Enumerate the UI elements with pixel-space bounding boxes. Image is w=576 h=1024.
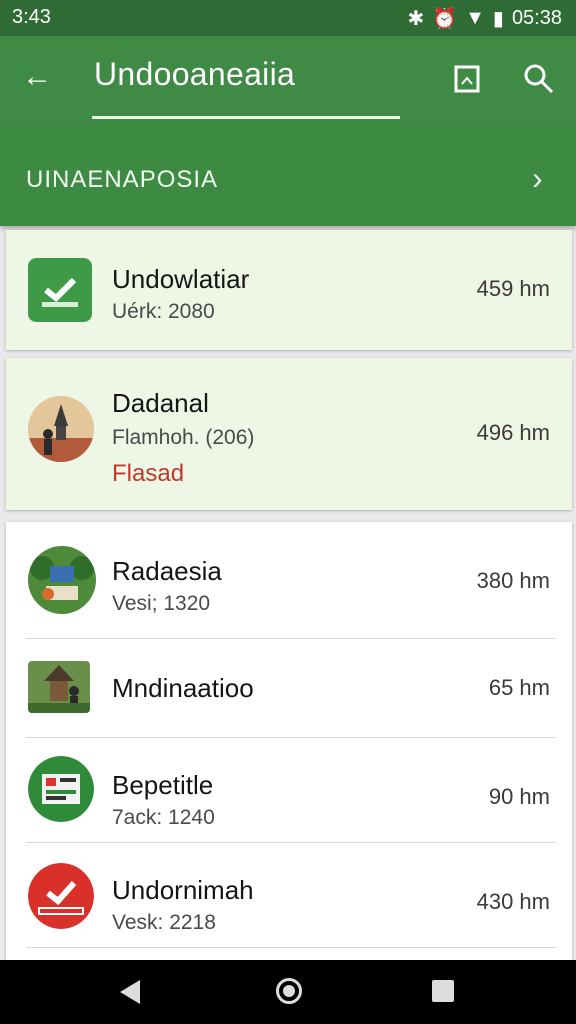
list-item[interactable]: Mndinaatioo 65 hm [6,639,572,737]
search-icon[interactable] [522,62,556,96]
wifi-icon: ▼ [465,7,485,29]
chevron-right-icon[interactable]: › [532,160,543,197]
item-subtitle: Flamhoh. (206) [112,426,255,449]
green-check-icon [28,258,92,322]
list-item[interactable]: Dadanal Flamhoh. (206) Flasad 496 hm [6,358,572,510]
item-name: Undornimah [112,875,254,905]
item-distance: 430 hm [476,889,550,914]
bluetooth-icon: ✱ [407,8,425,30]
nav-home-icon[interactable] [276,978,302,1004]
item-distance: 459 hm [476,276,550,301]
battery-icon: ▮ [492,8,504,30]
bookmark-icon[interactable] [452,64,482,94]
status-time: 3:43 [12,6,51,28]
app-title: Undooaneaiia [94,56,296,92]
nav-back-icon[interactable] [120,980,140,1004]
item-subtitle: Uérk: 2080 [112,300,215,323]
list-item[interactable]: Undowlatiar Uérk: 2080 459 hm [6,230,572,350]
item-name: Dadanal [112,388,209,418]
item-status: Flasad [112,460,185,487]
red-check-icon [28,863,94,929]
category-label: UINAENAPOSIA [26,166,219,193]
item-name: Bepetitle [112,770,214,800]
system-nav-bar [0,960,576,1024]
alarm-icon: ⏰ [432,8,458,30]
status-icons: ✱ ⏰ ▼ ▮ 05:38 [407,6,562,31]
category-header[interactable]: UINAENAPOSIA › [0,124,576,226]
divider [26,947,556,948]
green-board-icon [28,756,94,822]
back-arrow-icon[interactable]: ← [22,60,52,94]
list-item[interactable]: Undornimah Vesk: 2218 430 hm [6,843,572,947]
item-distance: 380 hm [476,568,550,593]
item-name: Mndinaatioo [112,673,254,703]
place-list: Undowlatiar Uérk: 2080 459 hm Dadanal Fl… [0,226,576,962]
item-subtitle: Vesk: 2218 [112,911,216,934]
list-card: Radaesia Vesi; 1320 380 hm Mndinaatioo 6… [6,522,572,962]
status-clock: 05:38 [511,7,562,29]
item-subtitle: Vesi; 1320 [112,592,211,615]
park-scene-icon [28,546,96,614]
item-name: Undowlatiar [112,264,250,294]
list-item[interactable]: Radaesia Vesi; 1320 380 hm [6,522,572,638]
nav-recents-icon[interactable] [432,980,454,1002]
item-subtitle: 7ack: 1240 [112,806,215,829]
app-bar: ← Undooaneaiia [0,36,576,124]
item-distance: 496 hm [476,420,550,445]
list-item[interactable]: Bepetitle 7ack: 1240 90 hm [6,738,572,842]
pagoda-scene-icon [28,661,90,713]
item-distance: 65 hm [488,675,550,700]
tower-avatar-icon [28,396,94,462]
status-bar: 3:43 ✱ ⏰ ▼ ▮ 05:38 [0,0,576,36]
title-underline [92,116,400,119]
item-name: Radaesia [112,556,222,586]
list-card[interactable]: Undowlatiar Uérk: 2080 459 hm [6,230,572,350]
list-card[interactable]: Dadanal Flamhoh. (206) Flasad 496 hm [6,358,572,510]
item-distance: 90 hm [488,784,550,809]
